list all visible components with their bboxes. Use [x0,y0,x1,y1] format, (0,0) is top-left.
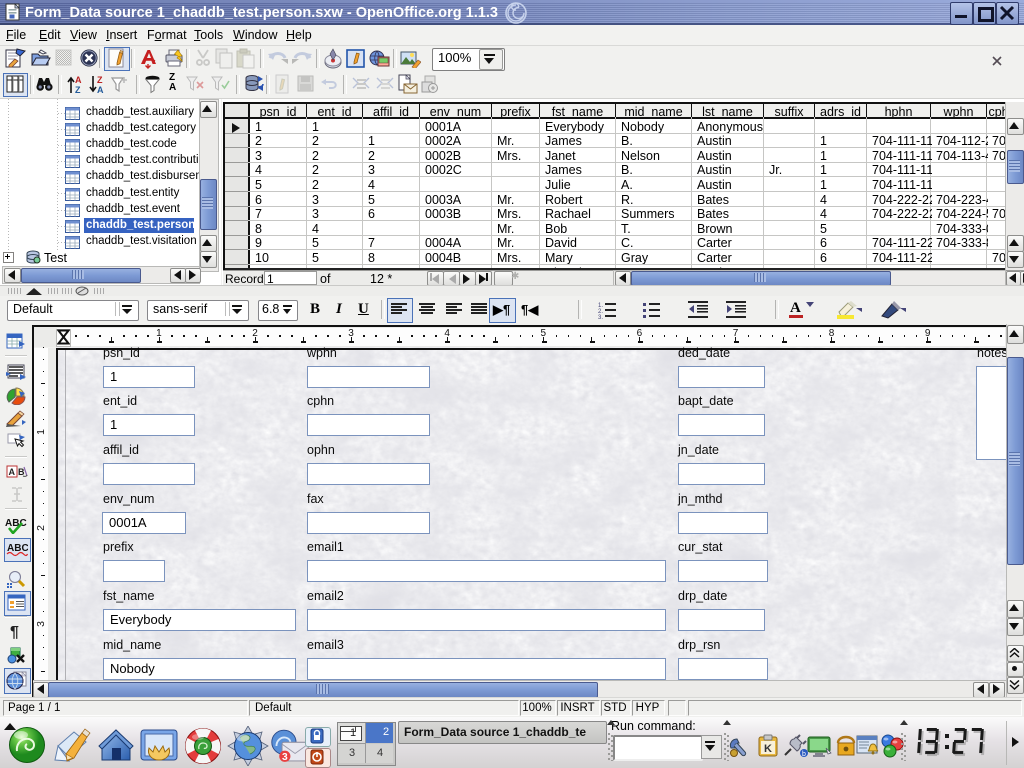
svg-text:Z: Z [75,85,81,95]
svg-text:Z: Z [97,75,103,85]
svg-text:K: K [764,743,772,755]
svg-text:ABC: ABC [5,518,27,529]
svg-text:A: A [97,85,104,95]
svg-text:3: 3 [282,752,288,763]
svg-text:3.: 3. [598,315,603,319]
svg-text:A: A [9,467,16,477]
svg-text:A: A [75,75,82,85]
svg-text:b: b [802,751,806,758]
